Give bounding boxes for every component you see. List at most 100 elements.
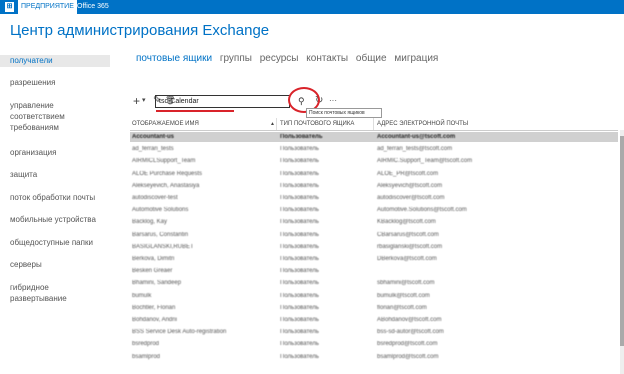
cell-email: bss-sd-autor@tscoft.com [377, 329, 444, 336]
cell-display-name: BASIGLANSKI,RUBET [132, 243, 194, 250]
cell-display-name: AIRMICLSupport_Team [132, 158, 196, 165]
table-row[interactable]: Berkova, Dimitri Пользователь DBerkova@tsc… [130, 254, 618, 264]
cell-mailbox-type: Пользователь [280, 182, 319, 189]
nav-item-hybrid-line1[interactable]: гибридное [0, 282, 110, 293]
cell-email: DBerkova@tscoft.com [377, 256, 437, 262]
nav-item-permissions[interactable]: разрешения [0, 77, 110, 88]
tab-shared[interactable]: общие [356, 53, 387, 64]
cell-display-name: bumulk [132, 292, 152, 299]
column-header-email[interactable]: АДРЕС ЭЛЕКТРОННОЙ ПОЧТЫ [377, 118, 468, 130]
table-row[interactable]: Bochtler, Florian Пользователь florian@tsc… [130, 303, 618, 313]
column-divider [373, 118, 374, 130]
cell-mailbox-type: Пользователь [280, 280, 319, 287]
table-row[interactable]: AIRMICLSupport_Team Пользователь AIRMIC.Su… [130, 156, 618, 166]
table-row[interactable]: ALOE Purchase Requests Пользователь ALOE_P… [130, 169, 618, 179]
add-icon[interactable]: + [133, 94, 140, 108]
cell-mailbox-type: Пользователь [280, 207, 319, 214]
table-row[interactable]: Automotive Solutions Пользователь Automoti… [130, 205, 618, 215]
column-header-mailbox-type[interactable]: ТИП ПОЧТОВОГО ЯЩИКА [280, 118, 354, 130]
cell-email: CBarsarus@tscoft.com [377, 231, 439, 238]
cell-email: autodiscover@tscoft.com [377, 195, 445, 201]
cell-display-name: BSS Service Desk Auto-registration [132, 329, 227, 336]
scrollbar-thumb[interactable] [620, 136, 624, 346]
top-tab-office365[interactable]: Office 365 [74, 0, 112, 14]
table-row[interactable]: bumulk Пользователь bumulk@tscoft.com [130, 291, 618, 301]
cell-mailbox-type: Пользователь [280, 158, 319, 165]
top-tab-enterprise[interactable]: ПРЕДПРИЯТИЕ [18, 0, 77, 14]
table-row[interactable]: Barsarus, Constantin Пользователь CBarsaru… [130, 230, 618, 240]
nav-item-compliance-line2[interactable]: соответствием [0, 111, 110, 122]
cell-email: florian@tscoft.com [377, 304, 427, 311]
nav-item-mail-flow[interactable]: поток обработки почты [0, 192, 110, 203]
office-logo-icon[interactable]: ⊞ [5, 2, 14, 12]
nav-item-compliance-line3[interactable]: требованиям [0, 122, 110, 133]
cell-display-name: Barsarus, Constantin [132, 231, 189, 238]
cell-display-name: Bochtler, Florian [132, 304, 176, 311]
search-tooltip: Поиск почтовых ящиков [306, 108, 382, 118]
table-row[interactable]: Alekseyevich, Anastasiya Пользователь Alek… [130, 181, 618, 191]
tab-contacts[interactable]: контакты [306, 53, 348, 64]
nav-item-compliance-line1[interactable]: управление [0, 100, 110, 111]
cell-mailbox-type: Пользователь [280, 146, 319, 153]
cell-mailbox-type: Пользователь [280, 195, 319, 201]
nav-item-servers[interactable]: серверы [0, 259, 110, 270]
cell-mailbox-type: Пользователь [280, 219, 319, 226]
chevron-down-icon[interactable]: ▾ [142, 94, 146, 108]
cell-email: AIRMIC.Support_Team@tscoft.com [377, 158, 473, 165]
cell-display-name: Automotive Solutions [132, 207, 189, 214]
column-divider [276, 118, 277, 130]
scrollbar[interactable] [620, 130, 624, 374]
cell-email: KBacklog@tscoft.com [377, 219, 436, 226]
cell-email: Automotive.Solutions@tscoft.com [377, 207, 467, 214]
table-row[interactable]: bsredprod Пользователь bsredprod@tscoft.co… [130, 339, 618, 349]
nav-item-public-folders[interactable]: общедоступные папки [0, 237, 110, 248]
more-icon[interactable]: ··· [329, 94, 337, 108]
cell-email: rbasiglanski@tscoft.com [377, 243, 443, 250]
table-row[interactable]: Backlog, Kay Пользователь KBacklog@tscoft.… [130, 217, 618, 227]
cell-mailbox-type: Пользователь [280, 231, 319, 238]
nav-item-protection[interactable]: защита [0, 169, 110, 180]
tab-migration[interactable]: миграция [394, 53, 438, 64]
cell-mailbox-type: Пользователь [280, 317, 319, 323]
cell-display-name: bsamlprod [132, 353, 161, 360]
cell-display-name: Bohdanov, Andrii [132, 317, 177, 323]
table-row[interactable]: ad_ferrari_tests Пользователь ad_ferrari_t… [130, 144, 618, 154]
cell-mailbox-type: Пользователь [280, 134, 323, 140]
sort-ascending-icon[interactable]: ▲ [270, 118, 275, 130]
table-row[interactable]: Bhamini, Sandeep Пользователь sbhamini@tsc… [130, 278, 618, 288]
table-row[interactable]: Bohdanov, Andrii Пользователь ABohdanov@ts… [130, 315, 618, 325]
cell-email: ALOE_PR@tscoft.com [377, 170, 439, 177]
cell-display-name: Bhamini, Sandeep [132, 280, 182, 287]
nav-item-organization[interactable]: организация [0, 147, 110, 158]
nav-item-mobile[interactable]: мобильные устройства [0, 214, 110, 225]
cell-email: sbhamini@tscoft.com [377, 280, 435, 287]
cell-email: Aleksyevich@tscoft.com [377, 182, 443, 189]
cell-display-name: Besken Greaer [132, 268, 173, 275]
nav-item-hybrid-line2[interactable]: развертывание [0, 293, 110, 304]
table-row[interactable]: Accountant-us Пользователь Accountant-us@t… [130, 132, 618, 142]
table-row[interactable]: autodiscover-test Пользователь autodiscove… [130, 193, 618, 203]
cell-display-name: Alekseyevich, Anastasiya [132, 182, 200, 189]
cell-mailbox-type: Пользователь [280, 341, 319, 348]
cell-mailbox-type: Пользователь [280, 256, 319, 262]
cell-mailbox-type: Пользователь [280, 292, 319, 299]
tab-mailboxes[interactable]: почтовые ящики [136, 53, 212, 64]
nav-item-recipients[interactable]: получатели [0, 55, 110, 67]
cell-display-name: autodiscover-test [132, 195, 178, 201]
column-header-display-name[interactable]: ОТОБРАЖАЕМОЕ ИМЯ [132, 118, 199, 130]
annotation-underline [156, 110, 234, 112]
table-row[interactable]: Besken Greaer Пользователь [130, 266, 618, 276]
table-row[interactable]: bsamlprod Пользователь bsamlprod@tscoft.co… [130, 352, 618, 362]
tab-groups[interactable]: группы [220, 53, 252, 64]
tab-resources[interactable]: ресурсы [260, 53, 299, 64]
office-top-bar: ⊞ ПРЕДПРИЯТИЕ Office 365 [0, 0, 624, 14]
table-row[interactable]: BASIGLANSKI,RUBET Пользователь rbasiglansk… [130, 242, 618, 252]
cell-email: bsamlprod@tscoft.com [377, 353, 439, 360]
cell-display-name: Backlog, Kay [132, 219, 168, 226]
table-row[interactable]: BSS Service Desk Auto-registration Пользо… [130, 327, 618, 337]
cell-display-name: Berkova, Dimitri [132, 256, 175, 262]
cell-display-name: bsredprod [132, 341, 160, 348]
cell-email: Accountant-us@tscoft.com [377, 134, 456, 140]
search-input[interactable]: tsc-Calendar [155, 95, 290, 108]
cell-display-name: ALOE Purchase Requests [132, 170, 203, 177]
